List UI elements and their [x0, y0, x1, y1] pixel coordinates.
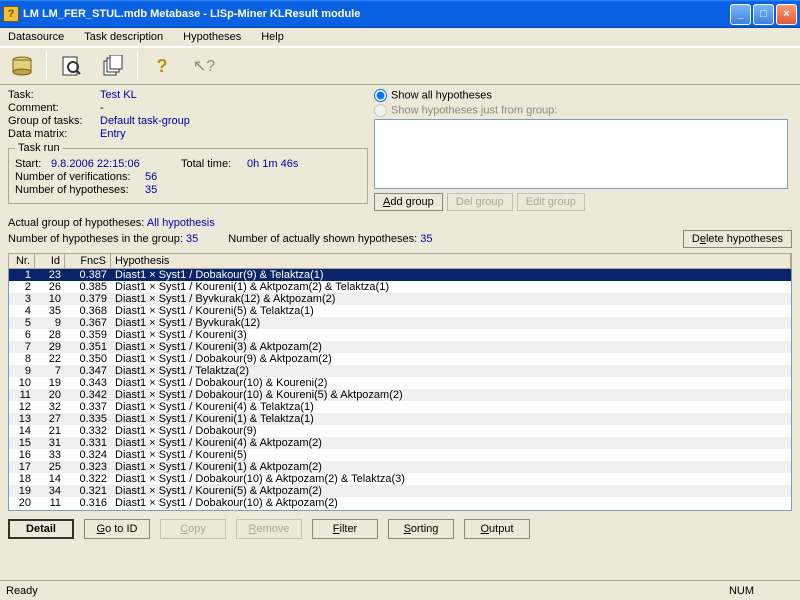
table-row[interactable]: 15310.331Diast1 × Syst1 / Koureni(4) & A…: [9, 437, 791, 449]
table-row[interactable]: 13270.335Diast1 × Syst1 / Koureni(1) & T…: [9, 413, 791, 425]
num-in-group-value: 35: [186, 233, 198, 245]
actual-group-label: Actual group of hypotheses:: [8, 217, 144, 229]
toolbar-whatsthis-button[interactable]: ↖?: [184, 50, 224, 82]
actual-group-value: All hypothesis: [147, 217, 215, 229]
toolbar-pages-button[interactable]: [93, 50, 133, 82]
table-row[interactable]: 11200.342Diast1 × Syst1 / Dobakour(10) &…: [9, 389, 791, 401]
toolbar-datasource-button[interactable]: [2, 50, 42, 82]
group-value[interactable]: Default task-group: [100, 115, 190, 127]
table-row[interactable]: 4350.368Diast1 × Syst1 / Koureni(5) & Te…: [9, 305, 791, 317]
radio-show-all-input[interactable]: [374, 89, 387, 102]
matrix-value[interactable]: Entry: [100, 128, 126, 140]
total-label: Total time:: [181, 158, 247, 170]
menu-task-description[interactable]: Task description: [80, 30, 167, 44]
filter-button[interactable]: Filter: [312, 519, 378, 539]
table-row[interactable]: 970.347Diast1 × Syst1 / Telaktza(2): [9, 365, 791, 377]
window-title: LM LM_FER_STUL.mdb Metabase - LISp-Miner…: [23, 8, 730, 20]
copy-button: Copy: [160, 519, 226, 539]
col-nr[interactable]: Nr.: [9, 254, 35, 268]
num-shown-label: Number of actually shown hypotheses:: [228, 233, 417, 245]
col-id[interactable]: Id: [35, 254, 65, 268]
task-value[interactable]: Test KL: [100, 89, 137, 101]
list-header: Nr. Id FncS Hypothesis: [8, 253, 792, 269]
question-icon: ?: [157, 56, 168, 77]
sorting-button[interactable]: Sorting: [388, 519, 454, 539]
output-button[interactable]: Output: [464, 519, 530, 539]
menu-bar: Datasource Task description Hypotheses H…: [0, 28, 800, 47]
toolbar: ? ↖?: [0, 47, 800, 85]
table-row[interactable]: 17250.323Diast1 × Syst1 / Koureni(1) & A…: [9, 461, 791, 473]
total-value: 0h 1m 46s: [247, 158, 298, 170]
comment-value: -: [100, 102, 104, 114]
status-bar: Ready NUM: [0, 580, 800, 600]
maximize-button[interactable]: □: [753, 4, 774, 25]
list-body[interactable]: 1230.387Diast1 × Syst1 / Dobakour(9) & T…: [8, 269, 792, 511]
verif-value: 56: [145, 171, 157, 183]
group-label: Group of tasks:: [8, 115, 100, 127]
hypotheses-list: Nr. Id FncS Hypothesis 1230.387Diast1 × …: [8, 253, 792, 511]
close-button[interactable]: ×: [776, 4, 797, 25]
table-row[interactable]: 6280.359Diast1 × Syst1 / Koureni(3): [9, 329, 791, 341]
radio-show-group: Show hypotheses just from group:: [374, 104, 792, 117]
table-row[interactable]: 18140.322Diast1 × Syst1 / Dobakour(10) &…: [9, 473, 791, 485]
radio-show-all[interactable]: Show all hypotheses: [374, 89, 792, 102]
table-row[interactable]: 14210.332Diast1 × Syst1 / Dobakour(9): [9, 425, 791, 437]
table-row[interactable]: 590.367Diast1 × Syst1 / Byvkurak(12): [9, 317, 791, 329]
del-group-button: Del group: [447, 193, 513, 211]
table-row[interactable]: 12320.337Diast1 × Syst1 / Koureni(4) & T…: [9, 401, 791, 413]
verif-label: Number of verifications:: [15, 171, 145, 183]
num-shown-value: 35: [420, 233, 432, 245]
table-row[interactable]: 10190.343Diast1 × Syst1 / Dobakour(10) &…: [9, 377, 791, 389]
menu-hypotheses[interactable]: Hypotheses: [179, 30, 245, 44]
table-row[interactable]: 20110.316Diast1 × Syst1 / Dobakour(10) &…: [9, 497, 791, 509]
table-row[interactable]: 3100.379Diast1 × Syst1 / Byvkurak(12) & …: [9, 293, 791, 305]
title-bar: ? LM LM_FER_STUL.mdb Metabase - LISp-Min…: [0, 0, 800, 28]
table-row[interactable]: 16330.324Diast1 × Syst1 / Koureni(5): [9, 449, 791, 461]
add-group-button[interactable]: Add group: [374, 193, 443, 211]
menu-datasource[interactable]: Datasource: [4, 30, 68, 44]
remove-button: Remove: [236, 519, 302, 539]
task-run-fieldset: Task run Start: 9.8.2006 22:15:06 Total …: [8, 142, 368, 204]
app-icon: ?: [3, 6, 19, 22]
table-row[interactable]: 19340.321Diast1 × Syst1 / Koureni(5) & A…: [9, 485, 791, 497]
table-row[interactable]: 1230.387Diast1 × Syst1 / Dobakour(9) & T…: [9, 269, 791, 281]
pointer-question-icon: ↖?: [193, 56, 215, 76]
num-in-group-label: Number of hypotheses in the group:: [8, 233, 183, 245]
cylinder-icon: [10, 55, 34, 77]
table-row[interactable]: 8220.350Diast1 × Syst1 / Dobakour(9) & A…: [9, 353, 791, 365]
table-row[interactable]: 2260.385Diast1 × Syst1 / Koureni(1) & Ak…: [9, 281, 791, 293]
group-listbox[interactable]: [374, 119, 788, 189]
stacked-pages-icon: [101, 55, 125, 77]
task-label: Task:: [8, 89, 100, 101]
task-run-legend: Task run: [15, 142, 63, 154]
hyp-value: 35: [145, 184, 157, 196]
hyp-label: Number of hypotheses:: [15, 184, 145, 196]
comment-label: Comment:: [8, 102, 100, 114]
status-ready: Ready: [6, 585, 38, 597]
goto-id-button[interactable]: Go to ID: [84, 519, 150, 539]
edit-group-button: Edit group: [517, 193, 585, 211]
minimize-button[interactable]: _: [730, 4, 751, 25]
start-label: Start:: [15, 158, 51, 170]
matrix-label: Data matrix:: [8, 128, 100, 140]
col-fncs[interactable]: FncS: [65, 254, 111, 268]
document-search-icon: [59, 55, 83, 77]
radio-show-group-input: [374, 104, 387, 117]
menu-help[interactable]: Help: [257, 30, 288, 44]
toolbar-help-button[interactable]: ?: [142, 50, 182, 82]
status-num: NUM: [729, 585, 754, 597]
table-row[interactable]: 7290.351Diast1 × Syst1 / Koureni(3) & Ak…: [9, 341, 791, 353]
delete-hypotheses-button[interactable]: Delete hypotheses: [683, 230, 792, 248]
start-value: 9.8.2006 22:15:06: [51, 158, 181, 170]
col-hypothesis[interactable]: Hypothesis: [111, 254, 791, 268]
toolbar-search-button[interactable]: [51, 50, 91, 82]
detail-button[interactable]: Detail: [8, 519, 74, 539]
